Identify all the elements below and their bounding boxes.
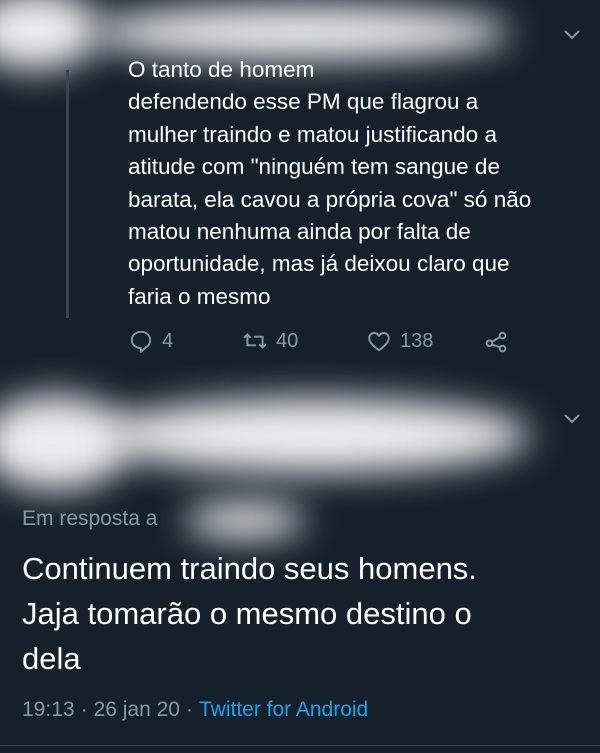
redacted-name-main xyxy=(100,398,530,473)
tweet-actions-bar: 4 40 138 xyxy=(128,328,528,356)
tweet-date[interactable]: 26 jan 20 xyxy=(94,698,180,722)
reply-to-label: Em resposta a xyxy=(22,507,158,530)
reply-button[interactable]: 4 xyxy=(128,328,173,354)
meta-separator: · xyxy=(185,698,193,721)
redacted-name-top xyxy=(90,5,510,60)
thread-connector-line xyxy=(66,70,69,318)
retweet-button[interactable]: 40 xyxy=(242,328,298,354)
meta-separator: · xyxy=(80,698,88,721)
like-icon xyxy=(368,332,390,352)
divider xyxy=(0,745,600,746)
chevron-down-icon[interactable] xyxy=(562,408,582,428)
share-icon xyxy=(485,331,507,353)
thread-tweet-text: O tanto de homem defendendo esse PM que … xyxy=(128,57,532,309)
retweet-icon xyxy=(243,333,267,349)
redacted-reply-handle xyxy=(185,503,305,538)
redacted-avatar-top xyxy=(0,0,100,70)
tweet-meta: 19:13 · 26 jan 20 · Twitter for Android xyxy=(22,698,368,722)
tweet-source-link[interactable]: Twitter for Android xyxy=(199,698,368,722)
reply-count: 4 xyxy=(162,329,174,352)
reply-icon xyxy=(130,330,152,353)
retweet-count: 40 xyxy=(276,329,299,352)
like-button[interactable]: 138 xyxy=(366,328,433,354)
like-count: 138 xyxy=(400,329,434,352)
chevron-down-icon[interactable] xyxy=(562,24,582,44)
share-button[interactable] xyxy=(483,328,509,354)
main-tweet-text: Continuem traindo seus homens. Jaja toma… xyxy=(22,551,477,676)
tweet-time[interactable]: 19:13 xyxy=(22,698,75,722)
